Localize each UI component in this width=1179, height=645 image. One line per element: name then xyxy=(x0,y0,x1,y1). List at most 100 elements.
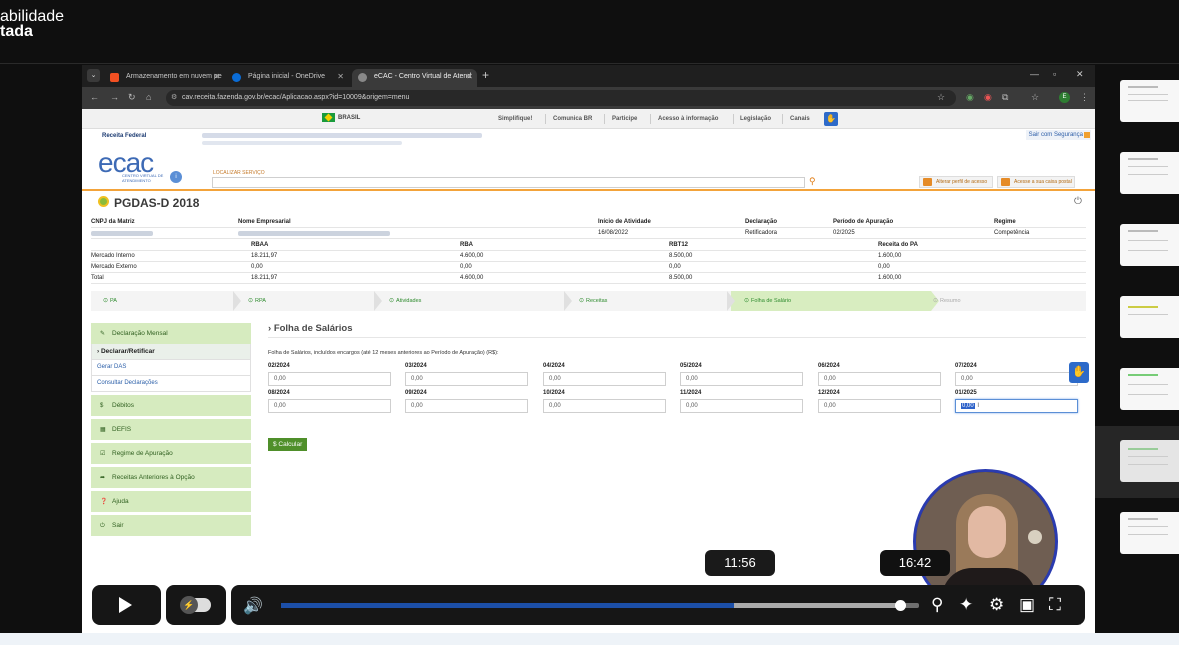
simples-nacional-icon xyxy=(98,196,109,207)
close-window-icon[interactable]: ✕ xyxy=(1076,69,1084,80)
caixa-postal-button[interactable]: Acesse a sua caixa postal xyxy=(997,176,1075,188)
reload-icon[interactable]: ↻ xyxy=(128,92,136,103)
extensions-puzzle-icon[interactable]: ⧉ xyxy=(1002,92,1008,103)
sidebar-item-sair[interactable]: ⏻ Sair xyxy=(91,515,251,536)
gov-link[interactable]: Acesso à informação xyxy=(658,116,718,122)
play-button[interactable] xyxy=(92,585,161,625)
sidebar-item-declarar[interactable]: › Declarar/Retificar xyxy=(91,344,251,360)
salary-field: 01/2025 0,00 I xyxy=(955,390,1078,413)
header-cell: Regime xyxy=(994,219,1016,225)
browser-tab[interactable]: Página inicial - OneDrive ✕ xyxy=(226,69,348,87)
url-bar[interactable]: ⚙ cav.receita.fazenda.gov.br/ecac/Aplica… xyxy=(166,90,956,106)
scrubber-handle[interactable] xyxy=(894,600,906,611)
salary-input[interactable]: 0,00 xyxy=(955,372,1078,386)
step-pa[interactable]: ⊙ PA xyxy=(91,291,117,311)
fullscreen-icon[interactable]: ⛶ xyxy=(1049,595,1061,615)
close-tab-icon[interactable]: ✕ xyxy=(466,72,473,81)
close-tab-icon[interactable]: ✕ xyxy=(213,72,220,81)
cell: Competência xyxy=(994,230,1030,236)
cell: 0,00 xyxy=(460,264,472,270)
close-tab-icon[interactable]: ✕ xyxy=(337,72,344,81)
accessibility-hand-icon[interactable]: ✋ xyxy=(1069,362,1089,383)
miniplayer-icon[interactable]: ▣ xyxy=(1019,595,1035,615)
profile-avatar[interactable]: E xyxy=(1059,92,1070,103)
ecac-info-icon[interactable]: i xyxy=(170,171,182,183)
minimize-icon[interactable]: — xyxy=(1030,69,1039,79)
calcular-button[interactable]: $ Calcular xyxy=(268,438,308,451)
gov-link[interactable]: Comunica BR xyxy=(553,116,592,122)
volume-icon[interactable]: 🔊 xyxy=(243,596,263,616)
step-rpa[interactable]: ⊙ RPA xyxy=(236,291,266,311)
header-cell: RBAA xyxy=(251,242,269,248)
extension-icon[interactable]: ◉ xyxy=(984,92,992,103)
salary-input[interactable]: 0,00 xyxy=(680,399,803,413)
sidebar-item-debitos[interactable]: $ Débitos xyxy=(91,395,251,416)
gear-icon[interactable]: ⚙ xyxy=(989,595,1004,615)
cell: 0,00 xyxy=(878,264,890,270)
browser-tab-active[interactable]: eCAC - Centro Virtual de Atend ✕ xyxy=(352,69,477,87)
step-atividades[interactable]: ⊙ Atividades xyxy=(377,291,421,311)
progress-bar[interactable] xyxy=(281,600,919,611)
slide-thumbnail[interactable] xyxy=(1120,512,1179,554)
site-info-icon[interactable]: ⚙ xyxy=(171,90,177,106)
salary-input-focused[interactable]: 0,00 I xyxy=(955,399,1078,413)
browser-tab[interactable]: Armazenamento em nuvem pe ✕ xyxy=(104,69,224,87)
step-receitas[interactable]: ⊙ Receitas xyxy=(567,291,607,311)
brand-line-1: abilidade xyxy=(0,8,65,25)
gov-link[interactable]: Participe xyxy=(612,116,637,122)
salary-input[interactable]: 0,00 xyxy=(268,399,391,413)
back-icon[interactable]: ← xyxy=(90,92,99,102)
search-service-input[interactable] xyxy=(212,177,805,188)
salary-input[interactable]: 0,00 xyxy=(818,372,941,386)
sidebar-item-ajuda[interactable]: ❓ Ajuda xyxy=(91,491,251,512)
sidebar-item-defis[interactable]: ▦ DEFIS xyxy=(91,419,251,440)
slide-thumbnail-current[interactable] xyxy=(1120,440,1179,482)
logout-button[interactable]: Sair com Segurança xyxy=(1025,130,1091,140)
maximize-icon[interactable]: ▫ xyxy=(1053,69,1056,79)
step-resumo[interactable]: ⊙ Resumo xyxy=(921,291,961,311)
home-icon[interactable]: ⌂ xyxy=(146,92,151,102)
video-page: abilidade tada ⌄ Armazenamento em nuvem … xyxy=(0,0,1179,645)
gov-brasil-link[interactable]: BRASIL xyxy=(322,113,360,122)
gov-link[interactable]: Canais xyxy=(790,116,810,122)
slide-thumbnail[interactable] xyxy=(1120,296,1179,338)
slide-thumbnail[interactable] xyxy=(1120,368,1179,410)
salary-input[interactable]: 0,00 xyxy=(405,372,528,386)
slide-thumbnail[interactable] xyxy=(1120,152,1179,194)
bookmark-star-icon[interactable]: ☆ xyxy=(937,92,945,103)
thumb-line xyxy=(1128,306,1158,308)
salary-input[interactable]: 0,00 xyxy=(268,372,391,386)
bookmarks-icon[interactable]: ☆ xyxy=(1031,92,1039,103)
search-icon[interactable]: ⚲ xyxy=(809,176,816,187)
extension-icon[interactable]: ◉ xyxy=(966,92,974,103)
alterar-perfil-button[interactable]: Alterar perfil de acesso xyxy=(919,176,993,188)
gov-link[interactable]: Simplifique! xyxy=(498,116,532,122)
slide-thumbnail[interactable] xyxy=(1120,224,1179,266)
menu-dots-icon[interactable]: ⋮ xyxy=(1080,92,1089,103)
accessibility-hand-icon[interactable]: ✋ xyxy=(824,112,838,126)
gov-link[interactable]: Legislação xyxy=(740,116,771,122)
sidebar-item-receitas-anteriores[interactable]: ➦ Receitas Anteriores à Opção xyxy=(91,467,251,488)
sparkle-icon[interactable]: ✦ xyxy=(959,595,973,615)
sidebar-item-declaracao-mensal[interactable]: ✎ Declaração Mensal xyxy=(91,323,251,344)
salary-input[interactable]: 0,00 xyxy=(680,372,803,386)
autoplay-toggle[interactable]: ⚡ xyxy=(166,585,226,625)
slide-thumbnail[interactable] xyxy=(1120,80,1179,122)
step-folha[interactable]: ⊙ Folha de Salário xyxy=(732,291,791,311)
sidebar-item-label: Ajuda xyxy=(112,498,129,505)
forward-icon[interactable]: → xyxy=(110,92,119,102)
salary-input[interactable]: 0,00 xyxy=(405,399,528,413)
sidebar-item-consultar[interactable]: Consultar Declarações xyxy=(91,376,251,392)
new-tab-icon[interactable]: + xyxy=(482,68,489,82)
sidebar-item-gerar-das[interactable]: Gerar DAS xyxy=(91,360,251,376)
tab-search-icon[interactable]: ⌄ xyxy=(87,69,100,82)
power-icon[interactable]: ⏻ xyxy=(1074,196,1082,207)
salary-input[interactable]: 0,00 xyxy=(818,399,941,413)
sidebar-item-regime[interactable]: ☑ Regime de Apuração xyxy=(91,443,251,464)
salary-input[interactable]: 0,00 xyxy=(543,372,666,386)
cell: 18.211,97 xyxy=(251,275,278,281)
brand-line-2: tada xyxy=(0,23,33,40)
blurred-cnpj xyxy=(91,231,153,236)
salary-input[interactable]: 0,00 xyxy=(543,399,666,413)
search-icon[interactable]: ⚲ xyxy=(931,595,943,615)
